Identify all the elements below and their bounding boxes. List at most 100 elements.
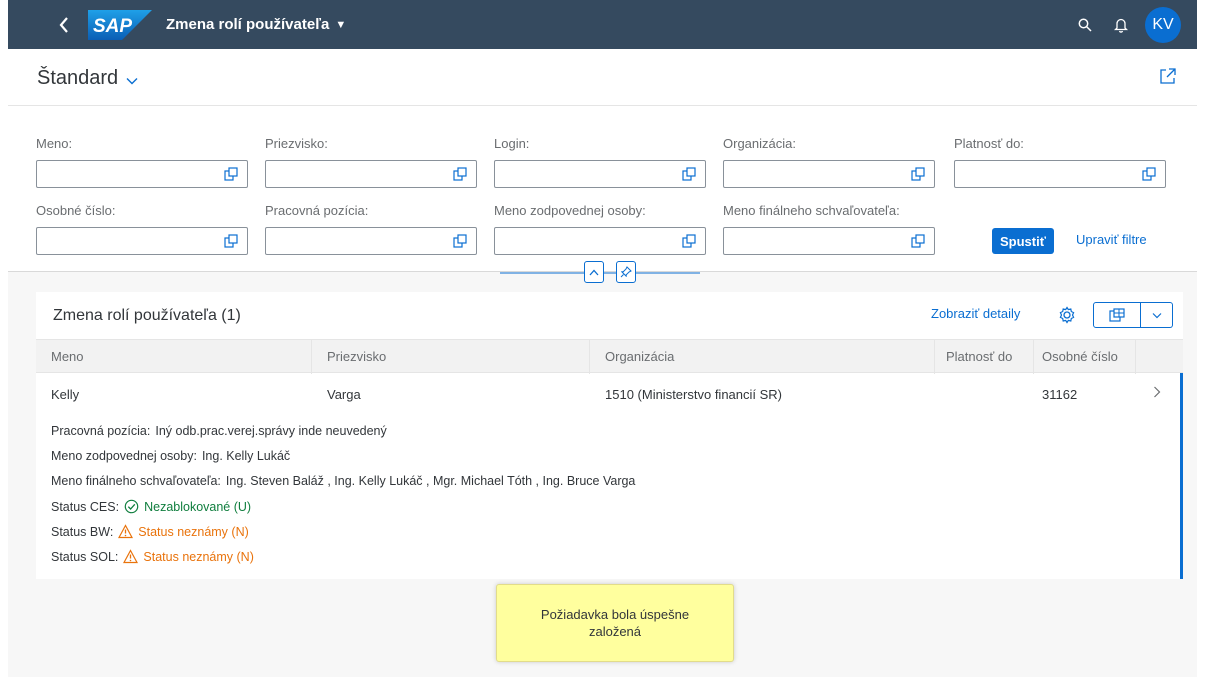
export-button-group xyxy=(1093,302,1173,328)
priezvisko-input[interactable] xyxy=(265,160,477,188)
column-header-platnost[interactable]: Platnosť do xyxy=(935,340,1034,374)
navigation-arrow-icon[interactable] xyxy=(1153,385,1161,401)
osobne-cislo-input[interactable] xyxy=(36,227,248,255)
detail-label: Meno finálneho schvaľovateľa: xyxy=(51,474,221,488)
app-title: Zmena rolí používateľa xyxy=(166,16,330,33)
chevron-up-icon xyxy=(589,269,599,275)
sap-logo[interactable]: SAP xyxy=(88,9,152,40)
filter-label: Pracovná pozícia: xyxy=(265,203,369,218)
value-help-icon[interactable] xyxy=(453,234,467,248)
detail-label: Status BW: xyxy=(51,524,114,539)
value-help-icon[interactable] xyxy=(911,234,925,248)
filter-schvalovatel: Meno finálneho schvaľovateľa: xyxy=(723,201,935,255)
value-help-icon[interactable] xyxy=(1142,167,1156,181)
export-spreadsheet-icon xyxy=(1109,308,1125,322)
column-header-osobne-cislo[interactable]: Osobné číslo xyxy=(1034,340,1136,374)
back-button[interactable] xyxy=(44,7,84,43)
meno-input[interactable] xyxy=(36,160,248,188)
filter-label: Meno: xyxy=(36,136,73,151)
platnost-input[interactable] xyxy=(954,160,1166,188)
collapse-header-button[interactable] xyxy=(584,261,604,283)
cell-priezvisko: Varga xyxy=(327,387,361,402)
detail-schvalovatel: Meno finálneho schvaľovateľa: Ing. Steve… xyxy=(51,474,635,488)
filter-label: Platnosť do: xyxy=(954,136,1024,151)
detail-label: Status SOL: xyxy=(51,549,119,564)
page-header: Štandard xyxy=(8,49,1197,106)
warning-icon xyxy=(118,524,134,539)
pin-icon xyxy=(620,266,632,278)
export-button[interactable] xyxy=(1093,302,1141,328)
success-check-icon xyxy=(124,499,139,514)
filter-pracovna-pozicia: Pracovná pozícia: xyxy=(265,201,477,255)
detail-label: Status CES: xyxy=(51,499,120,514)
filter-label: Meno finálneho schvaľovateľa: xyxy=(723,203,900,218)
value-help-icon[interactable] xyxy=(911,167,925,181)
table-row[interactable]: Kelly Varga 1510 (Ministerstvo financií … xyxy=(36,373,1183,579)
column-header-meno[interactable]: Meno xyxy=(36,340,312,374)
status-bw-value: Status neznámy (N) xyxy=(138,524,249,539)
cell-meno: Kelly xyxy=(51,387,80,402)
detail-status-sol: Status SOL: Status neznámy (N) xyxy=(51,549,254,564)
chevron-down-icon xyxy=(126,73,138,88)
app-title-menu[interactable]: Zmena rolí používateľa ▼ xyxy=(166,16,346,33)
filter-label: Organizácia: xyxy=(723,136,796,151)
filter-bar: Meno: Priezvisko: Login: Organizácia: Pl… xyxy=(8,106,1197,272)
column-header-organizacia[interactable]: Organizácia xyxy=(590,340,935,374)
bell-icon xyxy=(1114,18,1128,33)
pracovna-pozicia-input[interactable] xyxy=(265,227,477,255)
cell-organizacia: 1510 (Ministerstvo financií SR) xyxy=(605,387,783,402)
filter-organizacia: Organizácia: xyxy=(723,134,935,188)
filter-osobne-cislo: Osobné číslo: xyxy=(36,201,248,255)
share-icon[interactable] xyxy=(1159,67,1177,85)
app-shell: SAP Zmena rolí používateľa ▼ KV Štandard xyxy=(8,0,1197,677)
value-help-icon[interactable] xyxy=(224,167,238,181)
value-help-icon[interactable] xyxy=(682,167,696,181)
organizacia-input[interactable] xyxy=(723,160,935,188)
back-arrow-icon xyxy=(59,16,68,33)
value-help-icon[interactable] xyxy=(224,234,238,248)
detail-label: Pracovná pozícia: xyxy=(51,424,151,438)
go-button[interactable]: Spustiť xyxy=(992,228,1054,254)
status-sol-value: Status neznámy (N) xyxy=(143,549,254,564)
variant-label: Štandard xyxy=(37,67,119,89)
value-help-icon[interactable] xyxy=(682,234,696,248)
detail-zodpovedna-osoba: Meno zodpovednej osoby: Ing. Kelly Lukáč xyxy=(51,449,290,463)
schvalovatel-input[interactable] xyxy=(723,227,935,255)
column-header-priezvisko[interactable]: Priezvisko xyxy=(312,340,590,374)
filter-label: Priezvisko: xyxy=(265,136,328,151)
detail-status-bw: Status BW: Status neznámy (N) xyxy=(51,524,249,539)
value-help-icon[interactable] xyxy=(453,167,467,181)
pin-header-button[interactable] xyxy=(616,261,636,283)
table-title: Zmena rolí používateľa (1) xyxy=(53,307,241,324)
variant-selector[interactable]: Štandard xyxy=(37,67,138,90)
user-avatar[interactable]: KV xyxy=(1145,6,1181,43)
login-input[interactable] xyxy=(494,160,706,188)
export-options-button[interactable] xyxy=(1141,302,1173,328)
detail-value: Iný odb.prac.verej.správy inde neuvedený xyxy=(155,424,387,438)
filter-login: Login: xyxy=(494,134,706,188)
filter-priezvisko: Priezvisko: xyxy=(265,134,477,188)
detail-value: Ing. Steven Baláž , Ing. Kelly Lukáč , M… xyxy=(225,474,636,488)
message-toast: Požiadavka bola úspešne založená xyxy=(496,584,734,662)
notifications-button[interactable] xyxy=(1103,7,1139,43)
filter-meno: Meno: xyxy=(36,134,248,188)
search-icon xyxy=(1078,18,1092,32)
chevron-down-icon xyxy=(1152,312,1161,318)
filter-platnost: Platnosť do: xyxy=(954,134,1166,188)
cell-osobne-cislo: 31162 xyxy=(1042,387,1078,402)
gear-icon[interactable] xyxy=(1057,305,1077,325)
shell-actions: KV xyxy=(1067,6,1181,43)
detail-status-ces: Status CES: Nezablokované (U) xyxy=(51,499,251,514)
shell-bar: SAP Zmena rolí používateľa ▼ KV xyxy=(8,0,1197,49)
status-ces-value: Nezablokované (U) xyxy=(144,499,252,514)
detail-value: Ing. Kelly Lukáč xyxy=(201,449,291,463)
header-toggle-bar xyxy=(500,257,700,287)
warning-icon xyxy=(123,549,139,564)
show-details-link[interactable]: Zobraziť detaily xyxy=(931,306,1020,321)
filter-label: Osobné číslo: xyxy=(36,203,116,218)
zodpovedna-osoba-input[interactable] xyxy=(494,227,706,255)
filter-label: Login: xyxy=(494,136,530,151)
adapt-filters-link[interactable]: Upraviť filtre xyxy=(1076,232,1147,247)
results-table-panel: Zmena rolí používateľa (1) Zobraziť deta… xyxy=(36,292,1183,579)
search-button[interactable] xyxy=(1067,7,1103,43)
